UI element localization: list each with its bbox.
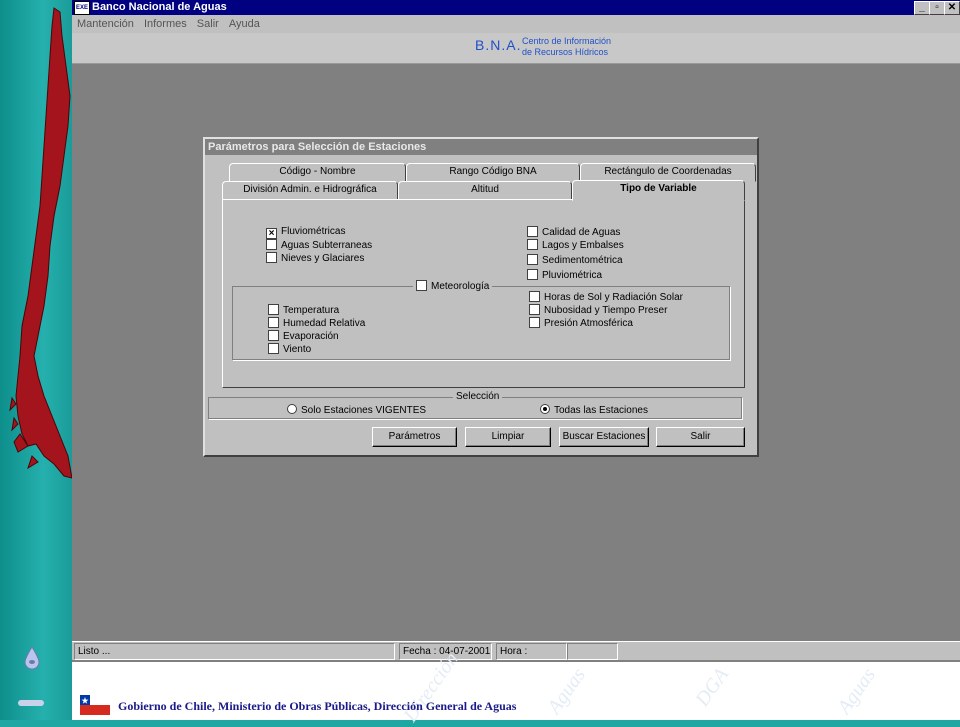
parametros-button[interactable]: Parámetros — [372, 427, 457, 447]
checkbox[interactable] — [268, 343, 279, 354]
check-nieves-glaciares[interactable]: Nieves y Glaciares — [266, 252, 364, 265]
chile-map-icon — [9, 7, 72, 479]
checkbox[interactable] — [527, 254, 538, 265]
status-text: Listo ... — [74, 643, 395, 660]
checkbox[interactable] — [266, 239, 277, 250]
limpiar-button[interactable]: Limpiar — [465, 427, 551, 447]
tab-codigo-nombre[interactable]: Código - Nombre — [229, 163, 406, 182]
menu-ayuda[interactable]: Ayuda — [229, 18, 260, 30]
check-fluviometricas[interactable]: × Fluviométricas — [266, 226, 345, 239]
checkbox[interactable] — [266, 252, 277, 263]
status-hora: Hora : 17:29:46 — [496, 643, 567, 673]
tab-division-admin[interactable]: División Admin. e Hidrográfica — [222, 181, 398, 200]
app-window: EXE Banco Nacional de Aguas _ ▫ ✕ Manten… — [72, 0, 960, 673]
tab-rango-codigo[interactable]: Rango Código BNA — [406, 163, 580, 182]
watermark: Aguas — [833, 664, 880, 719]
checkbox[interactable] — [268, 317, 279, 328]
menu-salir[interactable]: Salir — [197, 18, 219, 30]
tab-panel: × Fluviométricas Aguas Subterraneas Nieve… — [222, 199, 745, 388]
header-banner: B.N.A. Centro de Información de Recursos… — [72, 33, 960, 64]
check-calidad-aguas[interactable]: Calidad de Aguas — [527, 226, 620, 239]
radio-button-selected[interactable] — [540, 404, 550, 414]
status-empty — [567, 643, 618, 660]
tab-tipo-variable[interactable]: Tipo de Variable — [572, 180, 745, 201]
banner-line2: de Recursos Hídricos — [522, 47, 609, 57]
checkbox[interactable] — [529, 291, 540, 302]
checkbox[interactable] — [268, 304, 279, 315]
checkbox[interactable] — [527, 269, 538, 280]
app-icon: EXE — [74, 1, 90, 15]
checkbox[interactable] — [527, 239, 538, 250]
window-title: Banco Nacional de Aguas — [92, 1, 227, 13]
watermark: DGA — [691, 664, 733, 711]
check-humedad[interactable]: Humedad Relativa — [268, 317, 365, 330]
dialog-titlebar[interactable]: Parámetros para Selección de Estaciones — [205, 139, 757, 155]
minimize-button[interactable]: _ — [914, 1, 930, 15]
window-titlebar[interactable]: EXE Banco Nacional de Aguas _ ▫ ✕ — [72, 0, 960, 15]
status-bar: Listo ... Fecha : 04-07-2001 Hora : 17:2… — [72, 641, 960, 673]
seleccion-label: Selección — [453, 391, 503, 403]
decorative-bar — [18, 700, 44, 706]
parameters-dialog: Parámetros para Selección de Estaciones … — [203, 137, 759, 457]
dialog-title: Parámetros para Selección de Estaciones — [208, 141, 427, 153]
tab-altitud[interactable]: Altitud — [398, 181, 572, 200]
checkbox[interactable] — [529, 304, 540, 315]
meteorologia-group: Meteorología Temperatura Humedad Relativ… — [232, 280, 730, 360]
checkbox[interactable] — [268, 330, 279, 341]
check-temperatura[interactable]: Temperatura — [268, 304, 339, 317]
check-meteorologia[interactable]: Meteorología — [413, 280, 493, 293]
check-sedimentometrica[interactable]: Sedimentométrica — [527, 254, 623, 267]
checkbox[interactable] — [527, 226, 538, 237]
banner-acronym: B.N.A. — [475, 37, 522, 53]
side-strip — [0, 0, 72, 720]
banner-subtitle: Centro de Información de Recursos Hídric… — [522, 36, 611, 58]
check-aguas-subterraneas[interactable]: Aguas Subterraneas — [266, 239, 372, 252]
check-horas-sol[interactable]: Horas de Sol y Radiación Solar — [529, 291, 683, 304]
radio-button[interactable] — [287, 404, 297, 414]
restore-button[interactable]: ▫ — [929, 1, 945, 15]
seleccion-group: Selección Solo Estaciones VIGENTES Todas… — [208, 391, 742, 419]
check-pluviometrica[interactable]: Pluviométrica — [527, 269, 602, 282]
checkbox[interactable] — [416, 280, 427, 291]
menu-bar: Mantención Informes Salir Ayuda — [72, 15, 960, 33]
check-evaporacion[interactable]: Evaporación — [268, 330, 339, 343]
salir-button[interactable]: Salir — [656, 427, 745, 447]
menu-mantencion[interactable]: Mantención — [77, 18, 134, 30]
check-nubosidad[interactable]: Nubosidad y Tiempo Preser — [529, 304, 667, 317]
menu-informes[interactable]: Informes — [144, 18, 187, 30]
radio-todas[interactable]: Todas las Estaciones — [540, 404, 648, 417]
radio-solo-vigentes[interactable]: Solo Estaciones VIGENTES — [287, 404, 426, 417]
water-drop-icon — [24, 646, 40, 670]
watermark: Aguas — [543, 664, 590, 719]
chile-flag-icon — [80, 695, 110, 715]
close-button[interactable]: ✕ — [944, 1, 960, 15]
banner-line1: Centro de Información — [522, 36, 612, 46]
check-viento[interactable]: Viento — [268, 343, 311, 356]
checkbox[interactable] — [529, 317, 540, 328]
footer: Dirección Aguas DGA Aguas Gobierno de Ch… — [72, 648, 960, 726]
checkbox-checked[interactable]: × — [266, 228, 277, 239]
check-presion[interactable]: Presión Atmosférica — [529, 317, 633, 330]
buscar-estaciones-button[interactable]: Buscar Estaciones — [559, 427, 649, 447]
footer-text: Gobierno de Chile, Ministerio de Obras P… — [118, 699, 517, 713]
check-lagos-embalses[interactable]: Lagos y Embalses — [527, 239, 624, 252]
